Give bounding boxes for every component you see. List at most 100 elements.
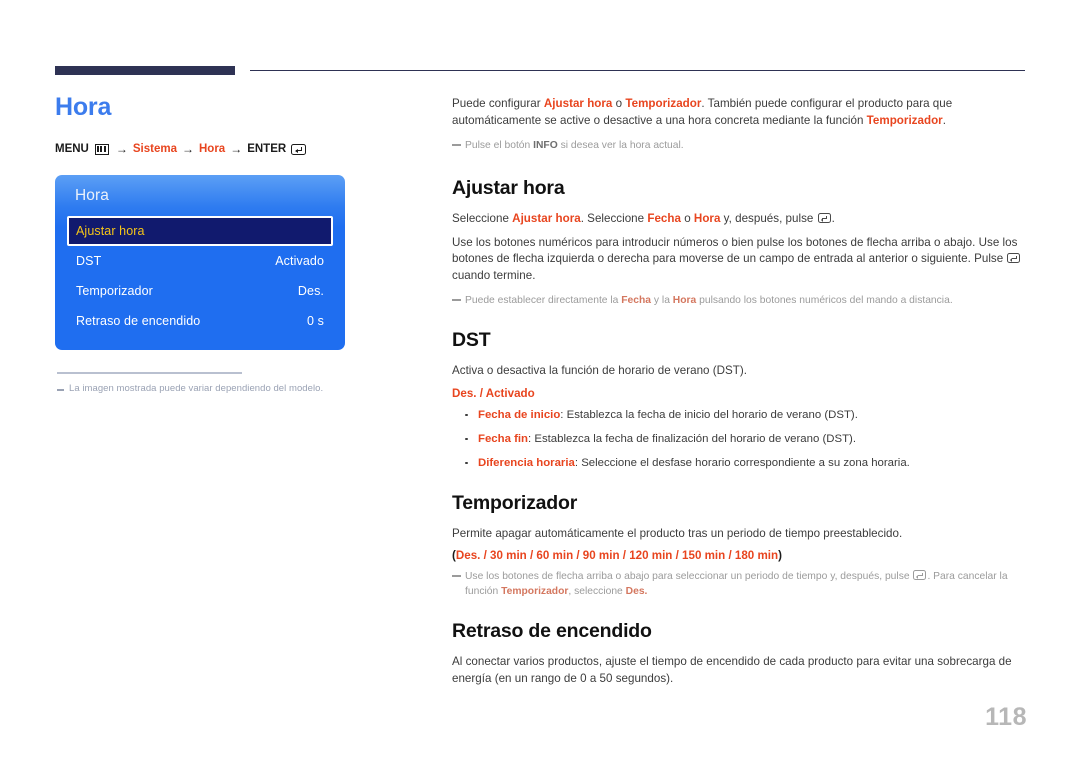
breadcrumb: MENU → Sistema → Hora → ENTER	[55, 142, 425, 156]
osd-item-label: Retraso de encendido	[76, 314, 201, 328]
note-dash-icon	[452, 575, 461, 577]
page-title: Hora	[55, 93, 112, 121]
intro-text-c: o	[612, 97, 626, 110]
breadcrumb-enter-label: ENTER	[247, 143, 287, 155]
osd-item-value: 0 s	[307, 314, 324, 328]
osd-item-retraso-de-encendido[interactable]: Retraso de encendido 0 s	[67, 306, 333, 336]
list-item: Diferencia horaria: Seleccione el desfas…	[452, 455, 1027, 471]
osd-item-temporizador[interactable]: Temporizador Des.	[67, 276, 333, 306]
nfh-term-fecha: Fecha	[621, 295, 652, 306]
nfh-c: y la	[651, 295, 673, 306]
nfh-term-hora: Hora	[672, 295, 697, 306]
header-rule	[55, 66, 1025, 76]
dst-bullet-list: Fecha de inicio: Establezca la fecha de …	[452, 407, 1027, 471]
menu-grid-icon	[94, 143, 109, 155]
section-heading-retraso-de-encendido: Retraso de encendido	[452, 620, 652, 642]
dst-bullet-desc-3: : Seleccione el desfase horario correspo…	[574, 456, 910, 469]
dst-bullet-term-1: Fecha de inicio	[478, 408, 561, 421]
ajustar-paragraph-1: Seleccione Ajustar hora. Seleccione Fech…	[452, 211, 1027, 228]
osd-item-value: Activado	[275, 254, 324, 268]
retraso-paragraph: Al conectar varios productos, ajuste el …	[452, 655, 1012, 685]
left-column: Hora MENU → Sistema → Hora → ENTER Hora …	[55, 92, 425, 394]
nt-d: , seleccione	[568, 586, 626, 597]
note-info-c: si desea ver la hora actual.	[557, 140, 684, 151]
dst-bullet-term-3: Diferencia horaria	[478, 456, 575, 469]
note-temporizador-body: Use los botones de flecha arriba o abajo…	[465, 569, 1027, 599]
nfh-a: Puede establecer directamente la	[465, 295, 622, 306]
nfh-d: pulsando los botones numéricos del mando…	[696, 295, 953, 306]
aj-text-c: . Seleccione	[580, 212, 648, 225]
aj2-text-tail: cuando termine.	[452, 268, 536, 282]
right-column: Puede configurar Ajustar hora o Temporiz…	[452, 96, 1027, 696]
temporizador-options-close: )	[778, 549, 782, 562]
aj-text-e: y, después, pulse	[720, 212, 817, 225]
aj-text-d: o	[680, 212, 694, 225]
osd-panel-title: Hora	[75, 187, 109, 204]
note-info-term-info: INFO	[533, 140, 558, 151]
aj-term-fecha: Fecha	[647, 212, 681, 225]
osd-item-dst[interactable]: DST Activado	[67, 246, 333, 276]
dst-bullet-desc-1: : Establezca la fecha de inicio del hora…	[560, 408, 858, 421]
section-heading-temporizador: Temporizador	[452, 491, 578, 514]
breadcrumb-item-sistema: Sistema	[132, 143, 177, 155]
dst-bullet-term-2: Fecha fin	[478, 432, 529, 445]
enter-return-icon	[1007, 253, 1021, 263]
breadcrumb-arrow-3: →	[230, 142, 243, 156]
note-divider	[57, 372, 242, 374]
section-heading-ajustar-hora: Ajustar hora	[452, 177, 565, 199]
note-fecha-hora: Puede establecer directamente la Fecha y…	[452, 293, 1027, 308]
note-info-a: Pulse el botón	[465, 140, 534, 151]
page-number: 118	[985, 703, 1027, 731]
note-temporizador: Use los botones de flecha arriba o abajo…	[452, 569, 1027, 599]
note-dash-icon	[452, 299, 461, 301]
intro-paragraph: Puede configurar Ajustar hora o Temporiz…	[452, 96, 1027, 129]
list-item: Fecha fin: Establezca la fecha de finali…	[452, 431, 1027, 447]
breadcrumb-arrow-1: →	[115, 142, 128, 156]
enter-return-icon	[817, 213, 831, 223]
note-dash-icon	[452, 144, 461, 146]
breadcrumb-menu-label: MENU	[55, 143, 89, 155]
ajustar-paragraph-2: Use los botones numéricos para introduci…	[452, 235, 1027, 285]
enter-return-icon	[291, 143, 307, 155]
aj-text-f: .	[831, 212, 835, 225]
temporizador-paragraph: Permite apagar automáticamente el produc…	[452, 526, 903, 540]
note-info: Pulse el botón INFO si desea ver la hora…	[452, 138, 1027, 153]
aj-term-hora: Hora	[693, 212, 721, 225]
dst-bullet-desc-2: : Establezca la fecha de finalización de…	[528, 432, 856, 445]
osd-item-label: Ajustar hora	[76, 224, 145, 238]
model-note-text: La imagen mostrada puede variar dependie…	[69, 383, 324, 394]
osd-item-ajustar-hora[interactable]: Ajustar hora	[67, 216, 333, 246]
aj-text-a: Seleccione	[452, 212, 513, 225]
note-dash-icon	[57, 389, 64, 391]
intro-text-e: .	[942, 113, 946, 127]
enter-return-icon	[913, 570, 927, 580]
nt-term-des: Des.	[625, 586, 648, 597]
manual-page: Hora MENU → Sistema → Hora → ENTER Hora …	[0, 0, 1080, 763]
intro-term-ajustar-hora: Ajustar hora	[543, 97, 613, 110]
aj2-text: Use los botones numéricos para introduci…	[452, 235, 1018, 266]
header-rule-thin	[250, 70, 1025, 71]
header-rule-thick	[55, 66, 235, 75]
note-fecha-hora-body: Puede establecer directamente la Fecha y…	[465, 293, 953, 308]
dst-options: Des. / Activado	[452, 386, 535, 400]
dst-paragraph: Activa o desactiva la función de horario…	[452, 364, 747, 377]
breadcrumb-arrow-2: →	[181, 142, 194, 156]
note-info-body: Pulse el botón INFO si desea ver la hora…	[465, 138, 684, 153]
temporizador-options-list: Des. / 30 min / 60 min / 90 min / 120 mi…	[455, 549, 779, 562]
osd-item-value: Des.	[297, 284, 324, 298]
osd-menu-list: Ajustar hora DST Activado Temporizador D…	[55, 216, 345, 336]
model-note: La imagen mostrada puede variar dependie…	[55, 383, 425, 394]
breadcrumb-item-hora: Hora	[198, 143, 226, 155]
aj-term-ajustar-hora: Ajustar hora	[512, 212, 581, 225]
osd-item-label: DST	[76, 254, 102, 268]
intro-term-temporizador-1: Temporizador	[625, 97, 702, 110]
temporizador-options: (Des. / 30 min / 60 min / 90 min / 120 m…	[452, 549, 1027, 562]
intro-text-a: Puede configurar	[452, 97, 544, 110]
osd-panel: Hora Ajustar hora DST Activado Temporiza…	[55, 175, 345, 350]
section-heading-dst: DST	[452, 329, 491, 351]
nt-a: Use los botones de flecha arriba o abajo…	[465, 571, 913, 582]
osd-item-label: Temporizador	[76, 284, 153, 298]
nt-term-temporizador: Temporizador	[501, 586, 569, 597]
intro-term-temporizador-2: Temporizador	[866, 113, 943, 127]
list-item: Fecha de inicio: Establezca la fecha de …	[452, 407, 1027, 423]
